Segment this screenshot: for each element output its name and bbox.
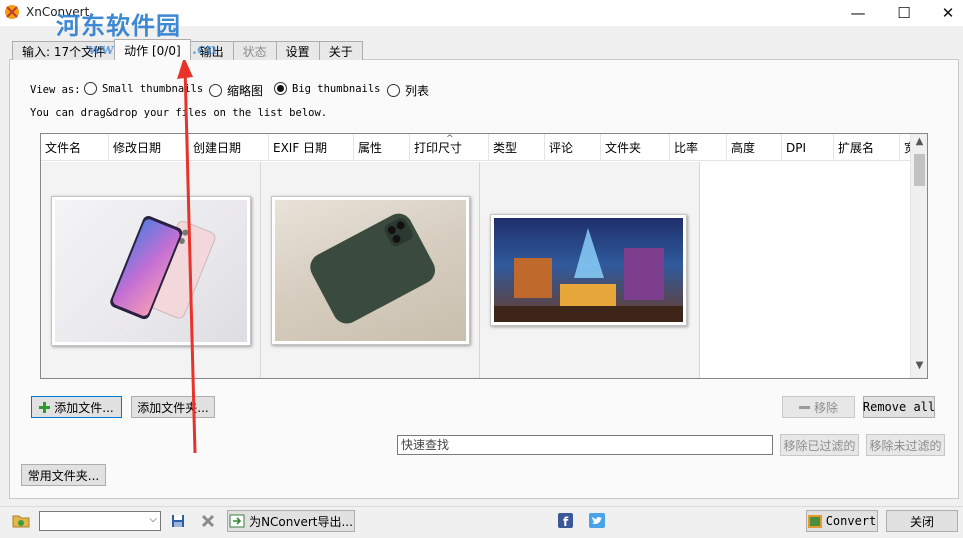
tab-settings[interactable]: 设置 [275, 41, 320, 60]
column-folder[interactable]: 文件夹 [601, 134, 670, 161]
phone-dark-image [310, 213, 435, 324]
column-exif-date[interactable]: EXIF 日期 [269, 134, 354, 161]
radio-checked-icon[interactable] [274, 82, 287, 95]
radio-icon[interactable] [84, 82, 97, 95]
thumbnail-cell[interactable] [261, 162, 480, 378]
delete-icon[interactable] [201, 514, 215, 528]
main-tabs: 输入: 17个文件 动作 [0/0] 输出 状态 设置 关于 [12, 39, 363, 60]
phone-pink-image [110, 216, 216, 320]
minus-icon [798, 402, 810, 413]
convert-button[interactable]: Convert [806, 510, 878, 532]
common-folders-button[interactable]: 常用文件夹... [21, 464, 106, 486]
thumbnail-image[interactable] [271, 196, 470, 345]
view-big-thumbnails-option[interactable]: Big thumbnails [274, 82, 381, 95]
quick-search-input[interactable] [397, 435, 773, 455]
column-filename[interactable]: 文件名 [41, 134, 109, 161]
view-as-label: View as: [30, 84, 81, 96]
add-files-button[interactable]: 添加文件... [31, 396, 122, 418]
column-dpi[interactable]: DPI [782, 134, 834, 161]
close-button[interactable]: 关闭 [886, 510, 958, 532]
preset-select[interactable]: ⌵ [39, 511, 161, 531]
export-icon [229, 514, 245, 528]
save-icon[interactable] [171, 514, 185, 528]
column-extension[interactable]: 扩展名 [834, 134, 900, 161]
tab-actions[interactable]: 动作 [0/0] [114, 39, 191, 60]
radio-icon[interactable] [209, 84, 222, 97]
game-art-image [494, 228, 683, 322]
scroll-up-icon[interactable]: ▲ [911, 136, 927, 150]
view-list-option[interactable]: 列表 [387, 82, 429, 99]
maximize-button[interactable]: ☐ [881, 0, 927, 26]
plus-icon [39, 401, 51, 413]
bottom-separator [0, 506, 963, 507]
svg-text:f: f [563, 515, 569, 528]
tab-about[interactable]: 关于 [318, 41, 363, 60]
close-window-button[interactable]: ✕ [925, 0, 963, 26]
tab-status[interactable]: 状态 [232, 41, 277, 60]
vertical-scrollbar[interactable]: ▲ ▼ [910, 134, 927, 378]
radio-label: 缩略图 [227, 84, 264, 98]
chevron-down-icon: ⌵ [149, 514, 157, 525]
remove-unfiltered-button[interactable]: 移除未过滤的 [866, 434, 945, 456]
thumbnail-image[interactable] [51, 196, 251, 346]
convert-icon [807, 514, 822, 528]
view-thumbnails-option[interactable]: 缩略图 [209, 82, 263, 99]
remove-all-button[interactable]: Remove all [863, 396, 935, 418]
radio-icon[interactable] [387, 84, 400, 97]
facebook-icon[interactable]: f [558, 513, 573, 528]
column-height[interactable]: 高度 [727, 134, 782, 161]
sort-indicator-icon: ^ [446, 134, 454, 144]
scrollbar-thumb[interactable] [914, 154, 925, 186]
radio-label: Big thumbnails [292, 82, 381, 95]
remove-button[interactable]: 移除 [782, 396, 855, 418]
open-folder-icon[interactable] [12, 513, 30, 528]
export-nconvert-button[interactable]: 为NConvert导出... [227, 510, 355, 532]
radio-label: 列表 [405, 84, 430, 98]
watermark-text: 河东软件园 [56, 11, 181, 40]
column-type[interactable]: 类型 [489, 134, 545, 161]
scroll-down-icon[interactable]: ▼ [911, 360, 927, 374]
column-comment[interactable]: 评论 [545, 134, 601, 161]
remove-filtered-button[interactable]: 移除已过滤的 [780, 434, 859, 456]
column-header: 文件名 修改日期 创建日期 EXIF 日期 属性 打印尺寸 类型 评论 文件夹 … [41, 134, 912, 161]
twitter-icon[interactable] [589, 513, 605, 528]
thumbnail-cell[interactable] [480, 162, 700, 378]
red-annotation-arrow [177, 57, 197, 454]
column-ratio[interactable]: 比率 [670, 134, 727, 161]
column-attributes[interactable]: 属性 [354, 134, 410, 161]
minimize-button[interactable]: — [835, 0, 881, 26]
thumbnail-cell[interactable] [41, 162, 261, 378]
file-list[interactable]: 文件名 修改日期 创建日期 EXIF 日期 属性 打印尺寸 类型 评论 文件夹 … [40, 133, 928, 379]
thumbnail-image[interactable] [490, 214, 687, 326]
xnconvert-logo-icon [5, 5, 19, 19]
